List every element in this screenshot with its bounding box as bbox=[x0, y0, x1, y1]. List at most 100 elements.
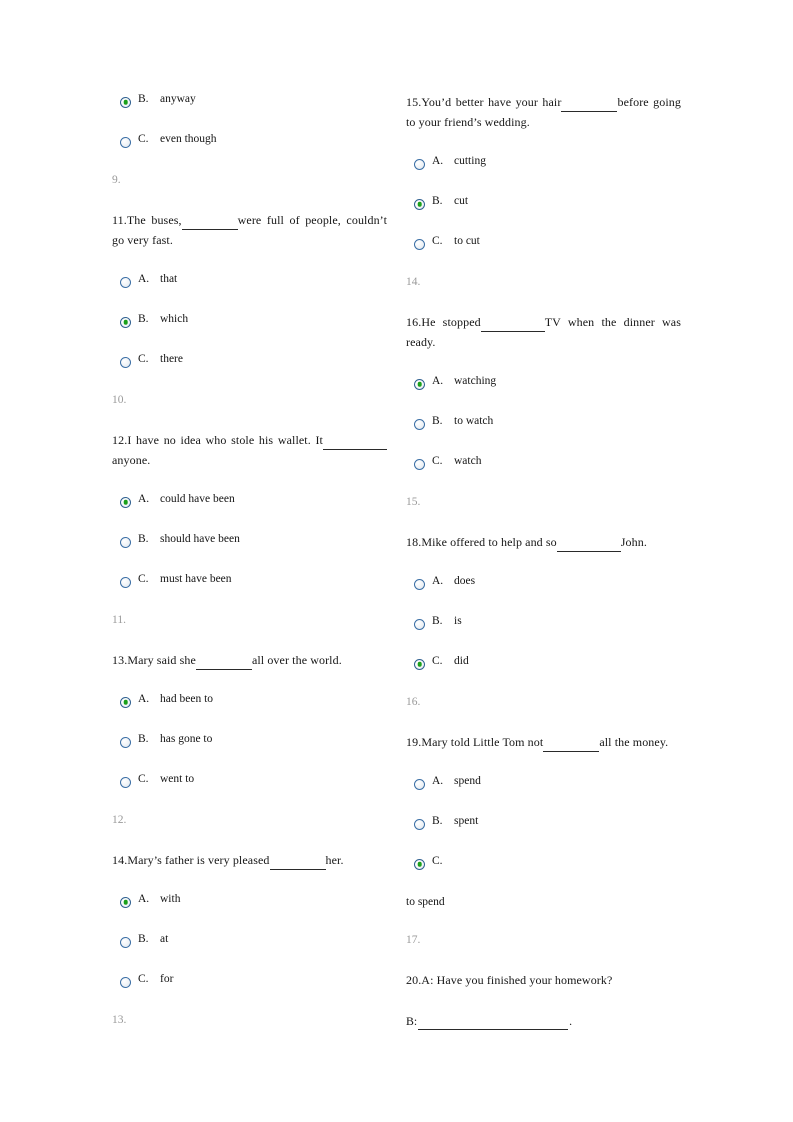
option-letter: B. bbox=[432, 615, 443, 627]
radio-wrap[interactable] bbox=[112, 893, 138, 911]
option-row[interactable]: A. watching bbox=[406, 374, 681, 414]
radio-button-icon[interactable] bbox=[120, 496, 131, 508]
option-row[interactable]: B. spent bbox=[406, 814, 681, 854]
option-row[interactable]: B. should have been bbox=[112, 532, 387, 572]
question-text-before-blank: Mary said she bbox=[127, 653, 196, 667]
option-row[interactable]: B. which bbox=[112, 312, 387, 352]
radio-wrap[interactable] bbox=[406, 455, 432, 473]
radio-wrap[interactable] bbox=[112, 493, 138, 511]
option-row[interactable]: C. did bbox=[406, 654, 681, 694]
radio-button-icon[interactable] bbox=[120, 96, 131, 108]
option-row[interactable]: A. could have been bbox=[112, 492, 387, 532]
answer-response-line[interactable]: B:. bbox=[406, 1012, 681, 1030]
question-text-after-blank: her. bbox=[325, 853, 344, 867]
radio-wrap[interactable] bbox=[406, 415, 432, 433]
fill-in-blank bbox=[556, 540, 621, 552]
radio-button-icon[interactable] bbox=[120, 696, 131, 708]
radio-button-icon[interactable] bbox=[414, 158, 425, 170]
option-row[interactable]: A. had been to bbox=[112, 692, 387, 732]
option-row[interactable]: A. with bbox=[112, 892, 387, 932]
option-row[interactable]: B. is bbox=[406, 614, 681, 654]
answer-prefix: B: bbox=[406, 1014, 418, 1028]
radio-button-icon[interactable] bbox=[414, 618, 425, 630]
option-row[interactable]: C. watch bbox=[406, 454, 681, 494]
radio-button-icon[interactable] bbox=[414, 238, 425, 250]
radio-wrap[interactable] bbox=[406, 815, 432, 833]
option-row[interactable]: B. has gone to bbox=[112, 732, 387, 772]
option-row[interactable]: C. went to bbox=[112, 772, 387, 812]
radio-button-icon[interactable] bbox=[120, 776, 131, 788]
option-row[interactable]: C. there bbox=[112, 352, 387, 392]
radio-button-icon[interactable] bbox=[414, 778, 425, 790]
option-row[interactable]: B. at bbox=[112, 932, 387, 972]
radio-button-icon[interactable] bbox=[414, 858, 425, 870]
radio-wrap[interactable] bbox=[112, 353, 138, 371]
option-letter: B. bbox=[138, 93, 149, 105]
section-number: 13. bbox=[112, 1014, 127, 1026]
option-label: cut bbox=[454, 195, 469, 207]
section-number: 17. bbox=[406, 934, 421, 946]
option-letter: C. bbox=[432, 855, 443, 867]
radio-button-icon[interactable] bbox=[120, 276, 131, 288]
radio-wrap[interactable] bbox=[406, 575, 432, 593]
worksheet-page: B. anyway C. even though 9. 11.The buses… bbox=[0, 0, 793, 1122]
radio-wrap[interactable] bbox=[406, 775, 432, 793]
radio-button-icon[interactable] bbox=[120, 136, 131, 148]
radio-wrap[interactable] bbox=[406, 615, 432, 633]
option-row[interactable]: A. does bbox=[406, 574, 681, 614]
radio-button-icon[interactable] bbox=[414, 658, 425, 670]
option-row[interactable]: C. for bbox=[112, 972, 387, 1012]
question-number: 12. bbox=[112, 433, 128, 447]
option-row[interactable]: C. must have been bbox=[112, 572, 387, 612]
option-row[interactable]: B. to watch bbox=[406, 414, 681, 454]
radio-button-icon[interactable] bbox=[120, 536, 131, 548]
option-row[interactable]: A. cutting bbox=[406, 154, 681, 194]
fill-in-blank bbox=[195, 658, 252, 670]
radio-button-icon[interactable] bbox=[120, 316, 131, 328]
radio-button-icon[interactable] bbox=[120, 936, 131, 948]
radio-wrap[interactable] bbox=[406, 195, 432, 213]
answer-blank[interactable] bbox=[418, 1018, 569, 1030]
radio-button-icon[interactable] bbox=[120, 736, 131, 748]
radio-wrap[interactable] bbox=[112, 933, 138, 951]
radio-button-icon[interactable] bbox=[120, 356, 131, 368]
radio-wrap[interactable] bbox=[112, 573, 138, 591]
radio-button-icon[interactable] bbox=[414, 458, 425, 470]
radio-wrap[interactable] bbox=[112, 973, 138, 991]
radio-button-icon[interactable] bbox=[414, 578, 425, 590]
radio-button-icon[interactable] bbox=[120, 896, 131, 908]
radio-wrap[interactable] bbox=[112, 773, 138, 791]
radio-wrap[interactable] bbox=[112, 693, 138, 711]
option-row[interactable]: C. even though bbox=[112, 132, 387, 172]
radio-wrap[interactable] bbox=[112, 273, 138, 291]
radio-wrap[interactable] bbox=[406, 375, 432, 393]
fill-in-blank bbox=[543, 740, 600, 752]
option-label: does bbox=[454, 575, 476, 587]
option-row[interactable]: C. bbox=[406, 854, 681, 894]
radio-button-icon[interactable] bbox=[120, 576, 131, 588]
option-row[interactable]: C. to cut bbox=[406, 234, 681, 274]
radio-wrap[interactable] bbox=[112, 93, 138, 111]
option-letter: C. bbox=[138, 133, 149, 145]
radio-wrap[interactable] bbox=[406, 855, 432, 873]
section-number: 10. bbox=[112, 394, 127, 406]
fill-in-blank bbox=[269, 858, 326, 870]
option-row[interactable]: B. anyway bbox=[112, 92, 387, 132]
option-row[interactable]: A. that bbox=[112, 272, 387, 312]
radio-wrap[interactable] bbox=[406, 155, 432, 173]
question-stem: 15.You’d better have your hair before goi… bbox=[406, 92, 681, 132]
option-row[interactable]: A. spend bbox=[406, 774, 681, 814]
radio-button-icon[interactable] bbox=[120, 976, 131, 988]
option-letter: C. bbox=[138, 573, 149, 585]
radio-wrap[interactable] bbox=[112, 133, 138, 151]
radio-wrap[interactable] bbox=[112, 313, 138, 331]
option-row[interactable]: B. cut bbox=[406, 194, 681, 234]
radio-wrap[interactable] bbox=[406, 235, 432, 253]
radio-wrap[interactable] bbox=[406, 655, 432, 673]
radio-button-icon[interactable] bbox=[414, 418, 425, 430]
radio-button-icon[interactable] bbox=[414, 818, 425, 830]
radio-button-icon[interactable] bbox=[414, 198, 425, 210]
radio-wrap[interactable] bbox=[112, 533, 138, 551]
radio-button-icon[interactable] bbox=[414, 378, 425, 390]
radio-wrap[interactable] bbox=[112, 733, 138, 751]
